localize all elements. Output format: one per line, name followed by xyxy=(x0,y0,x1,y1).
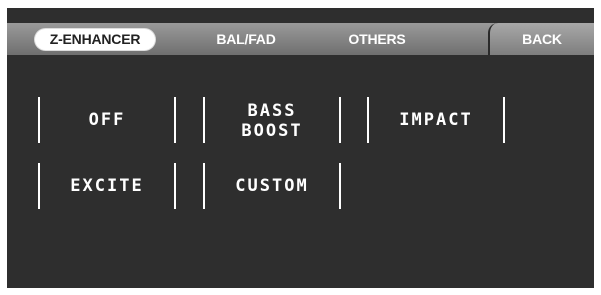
excite-button-label: EXCITE xyxy=(70,176,144,196)
tab-z-enhancer-label: Z-ENHANCER xyxy=(35,29,155,50)
custom-button[interactable]: CUSTOM xyxy=(203,163,341,209)
custom-button-label: CUSTOM xyxy=(235,176,309,196)
back-button-label: BACK xyxy=(522,31,562,47)
tab-others[interactable]: OTHERS xyxy=(337,23,417,55)
bass-boost-button[interactable]: BASS BOOST xyxy=(203,97,341,143)
bass-boost-button-label: BASS BOOST xyxy=(241,101,303,141)
impact-button-label: IMPACT xyxy=(399,110,473,130)
off-button-label: OFF xyxy=(88,110,126,130)
excite-button[interactable]: EXCITE xyxy=(38,163,176,209)
off-button[interactable]: OFF xyxy=(38,97,176,143)
impact-button[interactable]: IMPACT xyxy=(367,97,505,143)
tab-bar: Z-ENHANCER BAL/FAD OTHERS BACK xyxy=(7,23,594,55)
z-enhancer-screen: Z-ENHANCER BAL/FAD OTHERS BACK OFF BASS … xyxy=(7,8,594,288)
tab-z-enhancer[interactable]: Z-ENHANCER xyxy=(35,23,155,55)
tab-bal-fad[interactable]: BAL/FAD xyxy=(201,23,291,55)
back-button[interactable]: BACK xyxy=(488,23,594,55)
